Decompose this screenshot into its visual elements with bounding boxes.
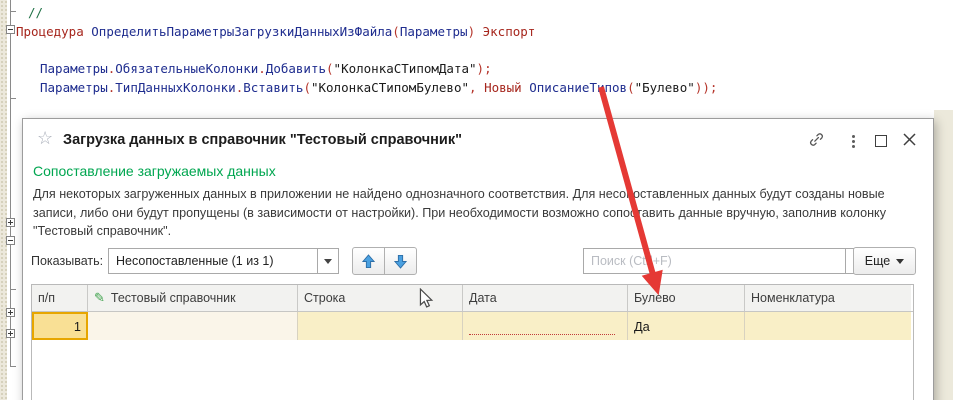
pencil-icon: ✎ — [94, 290, 105, 306]
filter-dropdown[interactable]: Несопоставленные (1 из 1) — [108, 248, 339, 274]
mapping-description: Для некоторых загруженных данных в прило… — [33, 185, 927, 241]
screenshot-root: // Процедура ОпределитьПараметрыЗагрузки… — [0, 0, 953, 400]
column-header-string[interactable]: Строка — [298, 285, 463, 311]
chevron-down-icon — [896, 259, 904, 264]
code-line-insert-type: Параметры.ТипДанныхКолонки.Вставить("Кол… — [40, 79, 717, 96]
cell-nomenclature[interactable] — [745, 312, 911, 340]
column-header-nomenclature[interactable]: Номенклатура — [745, 285, 911, 311]
code-token: // — [28, 5, 43, 20]
code-token: ОписаниеТипов — [529, 80, 627, 95]
code-token: ) — [468, 24, 483, 39]
show-filter-label: Показывать: — [31, 254, 103, 268]
code-token: "Булево" — [635, 80, 695, 95]
code-token: ( — [326, 61, 334, 76]
code-line-add-column: Параметры.ОбязательныеКолонки.Добавить("… — [40, 60, 492, 77]
filter-dropdown-arrow[interactable] — [317, 249, 338, 273]
dialog-title: Загрузка данных в справочник "Тестовый с… — [63, 132, 462, 148]
cell-row-number[interactable]: 1 — [32, 312, 88, 340]
column-header-label: п/п — [38, 291, 55, 305]
move-down-button[interactable] — [384, 247, 417, 275]
fold-guide-corner — [10, 366, 16, 367]
expand-marker-icon[interactable] — [6, 329, 15, 338]
cell-date[interactable] — [463, 312, 628, 340]
cell-boolean[interactable]: Да — [628, 312, 745, 340]
move-up-button[interactable] — [352, 247, 385, 275]
code-token: ОбязательныеКолонки — [115, 61, 258, 76]
expand-marker-icon[interactable] — [6, 218, 15, 227]
app-background — [934, 110, 953, 400]
column-header-boolean[interactable]: Булево — [628, 285, 745, 311]
code-token: Добавить — [266, 61, 326, 76]
more-menu-icon[interactable] — [850, 133, 857, 150]
favorite-star-icon[interactable]: ☆ — [37, 128, 53, 149]
code-line-procedure: Процедура ОпределитьПараметрыЗагрузкиДан… — [16, 23, 535, 40]
code-token: Вставить — [243, 80, 303, 95]
code-token: "КолонкаСТипомБулево" — [311, 80, 469, 95]
table-row: 1 Да — [32, 312, 913, 340]
filter-dropdown-value: Несопоставленные (1 из 1) — [109, 254, 317, 268]
column-header-catalog[interactable]: ✎ Тестовый справочник — [88, 285, 298, 311]
code-token: "КолонкаСТипомДата" — [334, 61, 477, 76]
section-title: Сопоставление загружаемых данных — [33, 163, 276, 179]
column-header-label: Дата — [469, 291, 497, 305]
more-actions-label: Еще — [865, 254, 890, 268]
code-token: ОпределитьПараметрыЗагрузкиДанныхИзФайла — [91, 24, 392, 39]
code-token: Новый — [484, 80, 529, 95]
fold-tick — [11, 289, 16, 290]
code-token: ТипДанныхКолонки — [115, 80, 235, 95]
code-token: Параметры — [400, 24, 468, 39]
fold-tick — [11, 98, 16, 99]
data-load-dialog: ☆ Загрузка данных в справочник "Тестовый… — [22, 118, 934, 400]
editor-bookmark-margin — [0, 0, 7, 400]
code-token: Процедура — [16, 24, 91, 39]
mapping-table: п/п ✎ Тестовый справочник Строка Дата Бул… — [31, 284, 914, 400]
column-header-num[interactable]: п/п — [32, 285, 88, 311]
cell-catalog[interactable] — [88, 312, 298, 340]
column-header-label: Булево — [634, 291, 676, 305]
close-icon[interactable] — [903, 133, 916, 151]
code-token: ( — [627, 80, 635, 95]
code-token: ( — [392, 24, 400, 39]
code-token: Экспорт — [483, 24, 536, 39]
code-line-comment: // — [28, 4, 43, 21]
empty-date-underline — [469, 334, 615, 335]
code-token: Параметры — [40, 61, 108, 76]
collapse-marker-icon[interactable] — [6, 236, 15, 245]
search-input[interactable] — [583, 248, 845, 274]
down-arrow-icon — [394, 254, 407, 269]
more-actions-button[interactable]: Еще — [853, 247, 916, 275]
column-header-label: Тестовый справочник — [111, 291, 236, 305]
code-token: )); — [695, 80, 718, 95]
up-arrow-icon — [362, 254, 375, 269]
code-token: . — [258, 61, 266, 76]
table-header-row: п/п ✎ Тестовый справочник Строка Дата Бул… — [32, 285, 913, 312]
collapse-marker-icon[interactable] — [6, 25, 15, 34]
chevron-down-icon — [324, 259, 332, 264]
fold-tick — [11, 11, 16, 12]
column-header-date[interactable]: Дата — [463, 285, 628, 311]
code-token: , — [469, 80, 484, 95]
column-header-label: Номенклатура — [751, 291, 835, 305]
code-token: ( — [303, 80, 311, 95]
copy-link-icon[interactable] — [808, 131, 825, 153]
maximize-icon[interactable] — [875, 135, 887, 147]
cell-string[interactable] — [298, 312, 463, 340]
code-token: Параметры — [40, 80, 108, 95]
column-header-label: Строка — [304, 291, 345, 305]
code-token: ); — [477, 61, 492, 76]
expand-marker-icon[interactable] — [6, 308, 15, 317]
